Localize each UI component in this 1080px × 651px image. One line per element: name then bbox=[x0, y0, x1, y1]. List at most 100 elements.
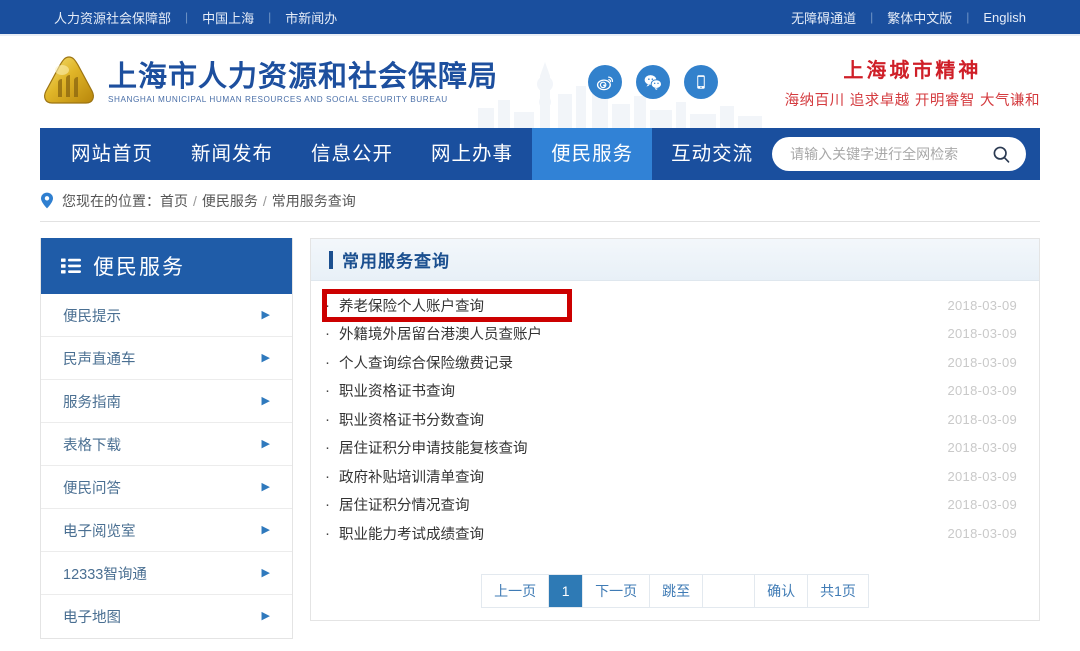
sidebar-item-label: 表格下载 bbox=[63, 437, 121, 454]
weibo-icon[interactable] bbox=[588, 65, 623, 99]
bullet-icon: · bbox=[325, 439, 330, 457]
sidebar-item-form-download[interactable]: 表格下载 ▶ bbox=[41, 423, 292, 466]
city-spirit-title: 上海城市精神 bbox=[843, 58, 982, 82]
chevron-right-icon: ▶ bbox=[261, 610, 270, 622]
location-pin-icon bbox=[40, 192, 54, 209]
sidebar-item-public-voice[interactable]: 民声直通车 ▶ bbox=[41, 337, 292, 380]
list-item-date: 2018-03-09 bbox=[947, 326, 1017, 342]
next-page-button[interactable]: 下一页 bbox=[583, 574, 651, 607]
chevron-right-icon: ▶ bbox=[261, 480, 270, 493]
wechat-icon[interactable] bbox=[636, 65, 671, 99]
panel-accent-bar bbox=[329, 250, 333, 269]
bullet-icon: · bbox=[325, 353, 330, 371]
list-item-label[interactable]: 居住证积分申请技能复核查询 bbox=[339, 437, 528, 458]
sidebar-header: 便民服务 bbox=[41, 238, 292, 294]
breadcrumb: 您现在的位置： 首页 / 便民服务 / 常用服务查询 bbox=[40, 180, 1040, 222]
sidebar-item-12333-hotline[interactable]: 12333智询通 ▶ bbox=[41, 552, 292, 595]
list-item-date: 2018-03-09 bbox=[947, 525, 1017, 541]
chevron-right-icon: ▶ bbox=[261, 394, 270, 407]
topbar-link-mohrss[interactable]: 人力资源社会保障部 bbox=[40, 8, 185, 27]
list-icon bbox=[61, 258, 81, 274]
bureau-emblem-icon bbox=[44, 56, 94, 104]
mobile-icon[interactable] bbox=[684, 65, 719, 99]
chevron-right-icon: ▶ bbox=[261, 523, 270, 536]
panel-header: 常用服务查询 bbox=[311, 239, 1039, 281]
list-item[interactable]: · 居住证积分申请技能复核查询 2018-03-09 bbox=[325, 434, 1017, 463]
nav-item-news[interactable]: 新闻发布 bbox=[172, 128, 292, 180]
total-pages-label: 共1页 bbox=[808, 574, 869, 607]
list-item[interactable]: · 养老保险个人账户查询 2018-03-09 bbox=[325, 291, 1017, 320]
breadcrumb-item-convenience-services[interactable]: 便民服务 bbox=[202, 191, 258, 211]
service-list: · 养老保险个人账户查询 2018-03-09 · 外籍境外居留台港澳人员查账户… bbox=[311, 281, 1039, 548]
list-item-label[interactable]: 职业能力考试成绩查询 bbox=[339, 523, 484, 544]
list-item-label[interactable]: 职业资格证书查询 bbox=[339, 380, 455, 401]
sidebar-item-label: 服务指南 bbox=[63, 394, 121, 411]
sidebar-item-faq[interactable]: 便民问答 ▶ bbox=[41, 466, 292, 509]
chevron-right-icon: ▶ bbox=[261, 566, 270, 579]
list-item-label[interactable]: 居住证积分情况查询 bbox=[339, 494, 470, 515]
search-icon[interactable] bbox=[991, 144, 1012, 165]
list-item-date: 2018-03-09 bbox=[947, 297, 1017, 313]
panel-title: 常用服务查询 bbox=[342, 252, 450, 272]
social-icon-group bbox=[588, 65, 719, 99]
bullet-icon: · bbox=[325, 496, 330, 514]
site-logo[interactable]: 上海市人力资源和社会保障局 SHANGHAI MUNICIPAL HUMAN R… bbox=[40, 53, 498, 111]
list-item[interactable]: · 外籍境外居留台港澳人员查账户 2018-03-09 bbox=[325, 320, 1017, 349]
jump-page-input[interactable] bbox=[703, 574, 756, 607]
topbar-link-shanghai[interactable]: 中国上海 bbox=[188, 8, 268, 27]
logo-title-en: SHANGHAI MUNICIPAL HUMAN RESOURCES AND S… bbox=[108, 95, 448, 105]
breadcrumb-separator: / bbox=[193, 192, 197, 209]
service-query-panel: 常用服务查询 · 养老保险个人账户查询 2018-03-09 · 外籍境外居留台… bbox=[310, 238, 1040, 621]
confirm-button[interactable]: 确认 bbox=[755, 574, 809, 607]
topbar-right-links: 无障碍通道 | 繁体中文版 | English bbox=[777, 8, 1040, 27]
prev-page-button[interactable]: 上一页 bbox=[482, 574, 550, 607]
search-input[interactable] bbox=[790, 146, 991, 162]
list-item[interactable]: · 职业资格证书分数查询 2018-03-09 bbox=[325, 405, 1017, 434]
nav-item-online-services[interactable]: 网上办事 bbox=[412, 128, 532, 180]
sidebar-item-e-reading-room[interactable]: 电子阅览室 ▶ bbox=[41, 509, 292, 552]
list-item[interactable]: · 个人查询综合保险缴费记录 2018-03-09 bbox=[325, 348, 1017, 377]
sidebar-item-label: 民声直通车 bbox=[63, 351, 136, 368]
sidebar-item-service-guide[interactable]: 服务指南 ▶ bbox=[41, 380, 292, 423]
list-item-date: 2018-03-09 bbox=[947, 468, 1017, 484]
site-search bbox=[772, 137, 1026, 171]
list-item-label[interactable]: 养老保险个人账户查询 bbox=[339, 295, 484, 316]
topbar-link-english[interactable]: English bbox=[969, 10, 1040, 25]
bullet-icon: · bbox=[325, 296, 330, 314]
list-item-label[interactable]: 外籍境外居留台港澳人员查账户 bbox=[339, 323, 542, 344]
bullet-icon: · bbox=[325, 325, 330, 343]
list-item-label[interactable]: 个人查询综合保险缴费记录 bbox=[339, 352, 513, 373]
sidebar-item-e-map[interactable]: 电子地图 ▶ bbox=[41, 595, 292, 638]
topbar-link-accessibility[interactable]: 无障碍通道 bbox=[777, 8, 870, 27]
bullet-icon: · bbox=[325, 524, 330, 542]
topbar-link-press-office[interactable]: 市新闻办 bbox=[271, 8, 351, 27]
list-item[interactable]: · 政府补贴培训清单查询 2018-03-09 bbox=[325, 462, 1017, 491]
list-item[interactable]: · 职业能力考试成绩查询 2018-03-09 bbox=[325, 519, 1017, 548]
logo-title-cn: 上海市人力资源和社会保障局 bbox=[108, 58, 499, 93]
nav-item-home[interactable]: 网站首页 bbox=[52, 128, 172, 180]
pager-group: 上一页 1 下一页 跳至 确认 共1页 bbox=[481, 573, 869, 608]
pagination: 上一页 1 下一页 跳至 确认 共1页 bbox=[311, 573, 1039, 608]
topbar-link-traditional-chinese[interactable]: 繁体中文版 bbox=[873, 8, 966, 27]
sidebar-item-label: 12333智询通 bbox=[63, 566, 147, 583]
list-item[interactable]: · 居住证积分情况查询 2018-03-09 bbox=[325, 491, 1017, 520]
sidebar-item-convenience-tips[interactable]: 便民提示 ▶ bbox=[41, 294, 292, 337]
city-spirit-slogan: 上海城市精神 海纳百川 追求卓越 开明睿智 大气谦和 bbox=[785, 54, 1040, 110]
sidebar-item-label: 电子地图 bbox=[63, 610, 121, 626]
list-item-date: 2018-03-09 bbox=[947, 440, 1017, 456]
page-number-1[interactable]: 1 bbox=[549, 574, 584, 607]
nav-item-info-disclosure[interactable]: 信息公开 bbox=[292, 128, 412, 180]
breadcrumb-item-home[interactable]: 首页 bbox=[160, 191, 188, 211]
list-item-date: 2018-03-09 bbox=[947, 383, 1017, 399]
list-item-label[interactable]: 职业资格证书分数查询 bbox=[339, 409, 484, 430]
breadcrumb-prefix: 您现在的位置： bbox=[62, 192, 160, 209]
list-item[interactable]: · 职业资格证书查询 2018-03-09 bbox=[325, 377, 1017, 406]
list-item-label[interactable]: 政府补贴培训清单查询 bbox=[339, 466, 484, 487]
chevron-right-icon: ▶ bbox=[261, 308, 270, 321]
topbar-left-links: 人力资源社会保障部 | 中国上海 | 市新闻办 bbox=[40, 8, 351, 27]
sidebar-title: 便民服务 bbox=[93, 255, 185, 279]
jump-to-label: 跳至 bbox=[650, 574, 704, 607]
nav-item-interaction[interactable]: 互动交流 bbox=[652, 128, 772, 180]
page-content: 便民服务 便民提示 ▶ 民声直通车 ▶ 服务指南 ▶ 表格下载 ▶ 便民问答 ▶… bbox=[40, 238, 1040, 639]
nav-item-convenience-services[interactable]: 便民服务 bbox=[532, 128, 653, 180]
